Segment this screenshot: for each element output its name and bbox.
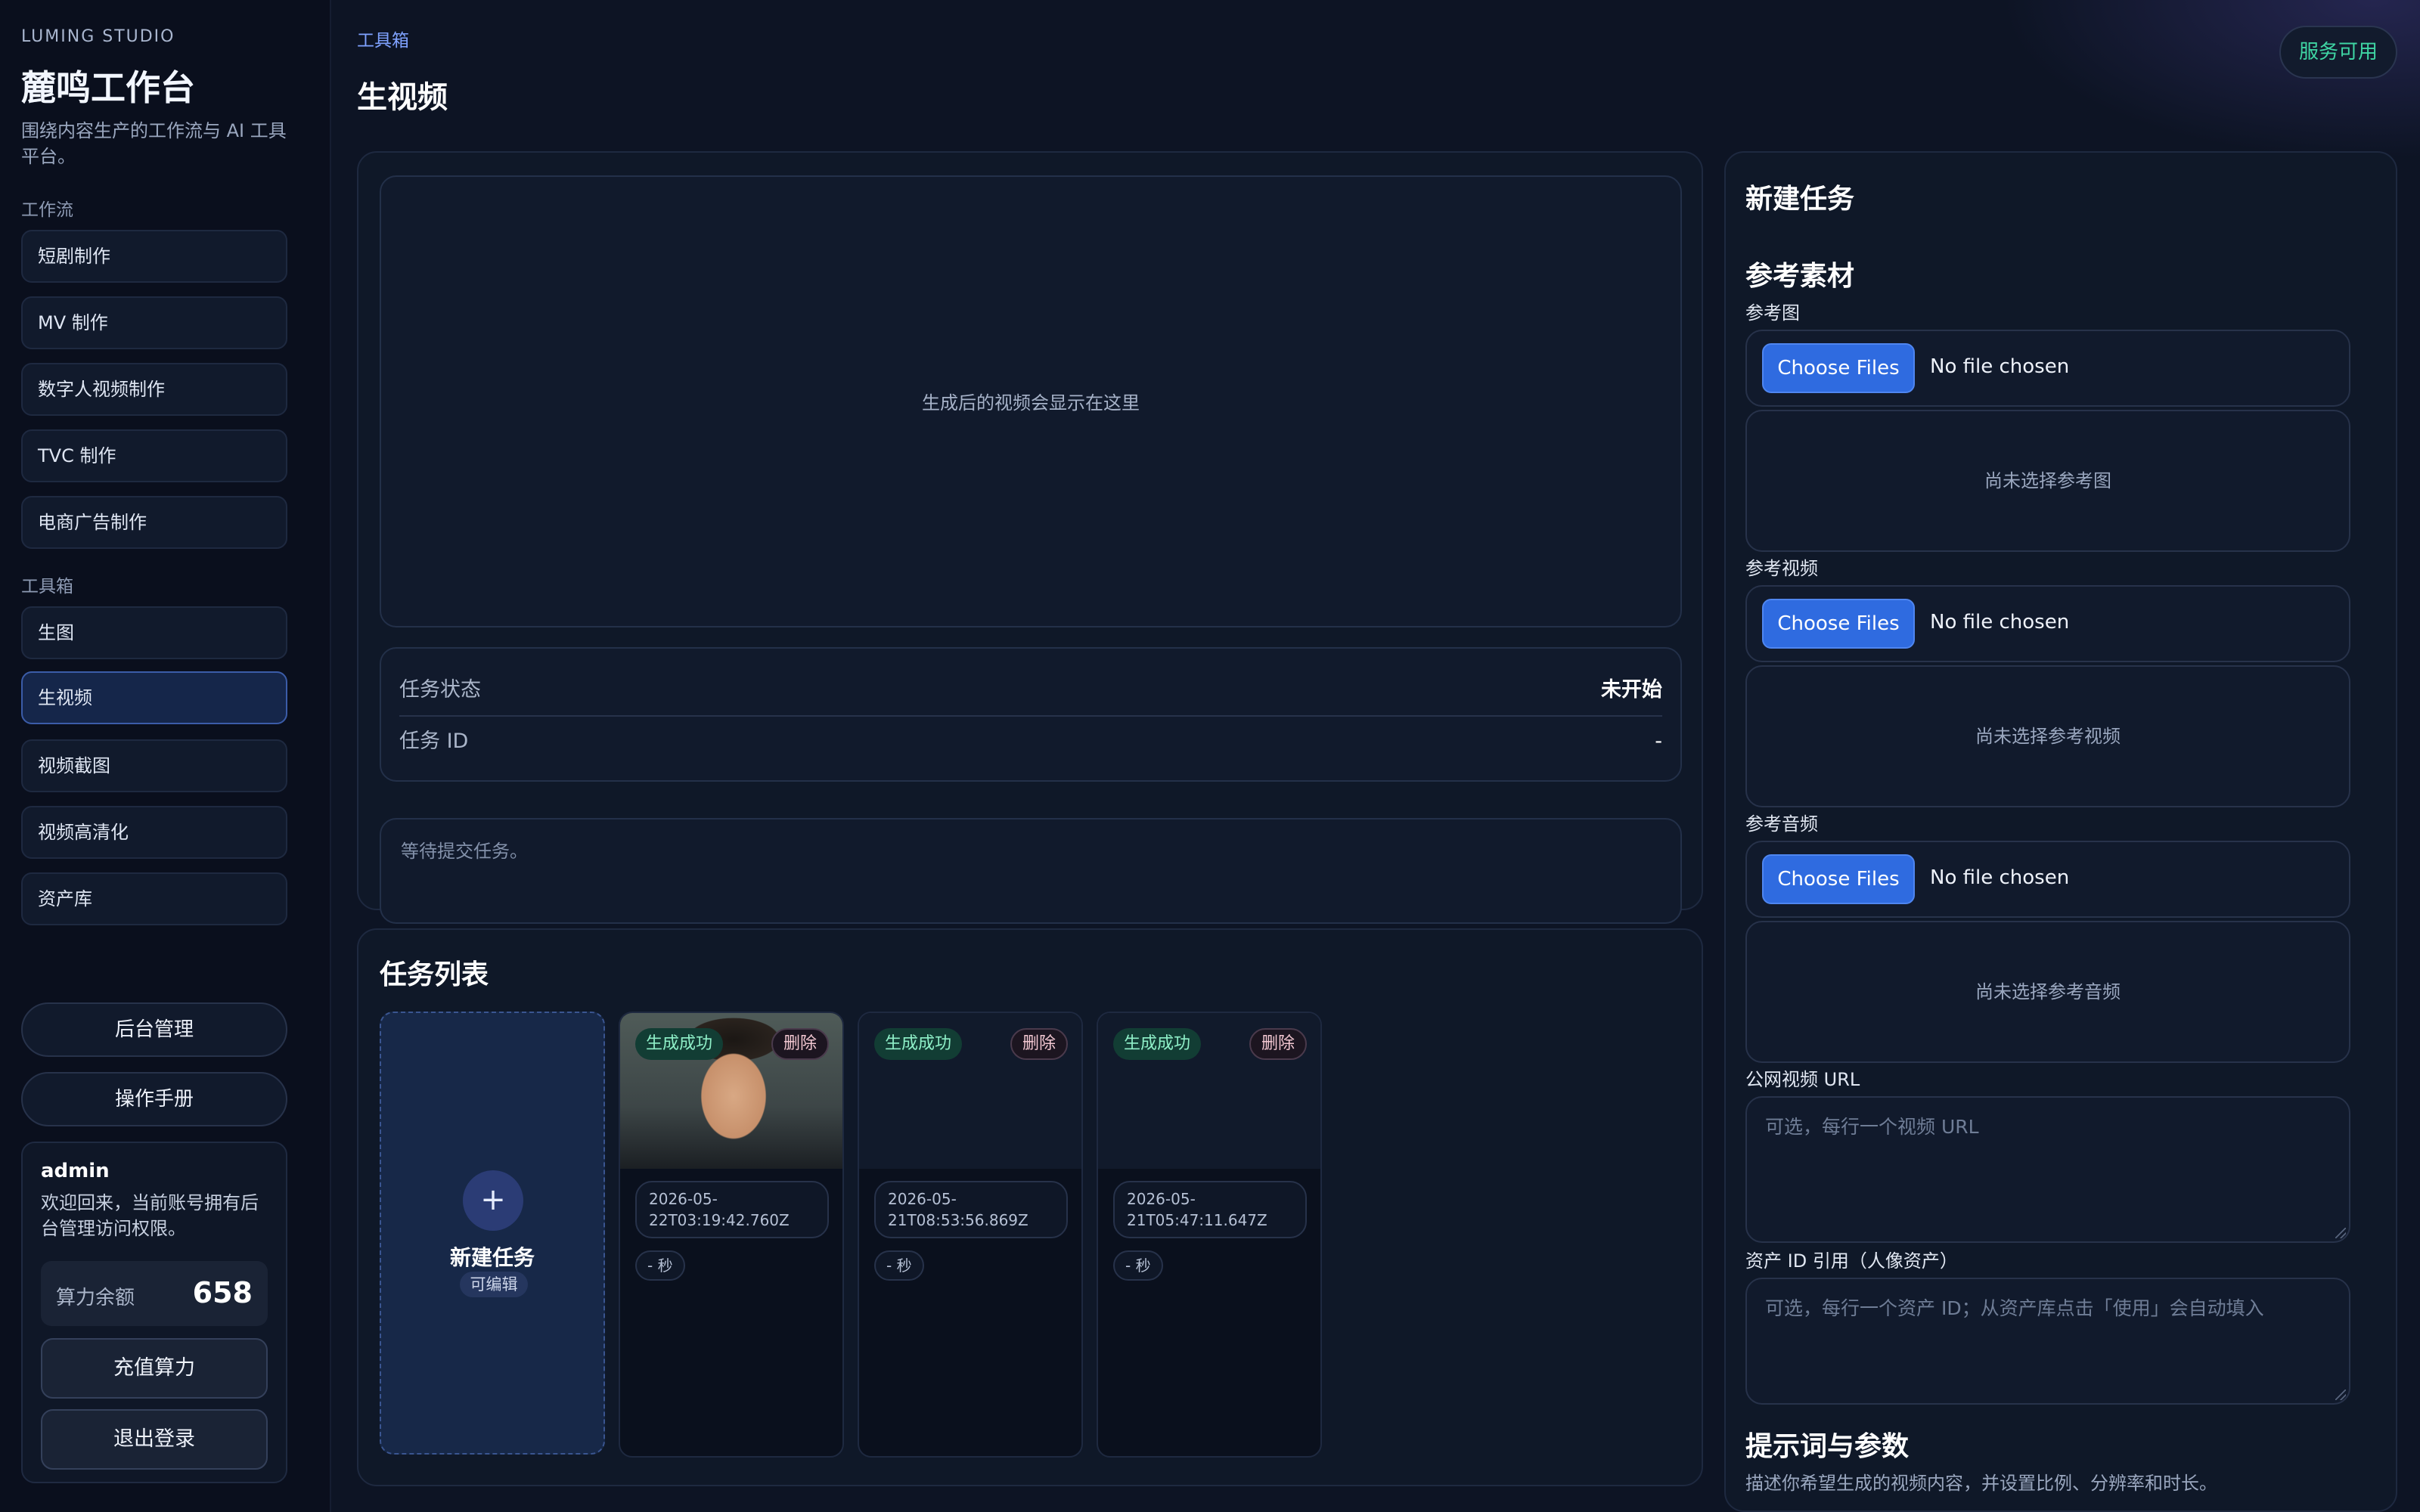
sidebar-item-video-gen[interactable]: 生视频 — [21, 671, 287, 724]
task-date: 2026-05- 21T05:47:11.647Z — [1113, 1181, 1307, 1238]
sidebar-item-video-screenshot[interactable]: 视频截图 — [21, 739, 287, 792]
user-name: admin — [41, 1160, 110, 1182]
task-log: 等待提交任务。 — [380, 818, 1682, 924]
task-card[interactable]: 生成成功 删除 2026-05- 22T03:19:42.760Z - 秒 — [619, 1012, 844, 1458]
balance-box: 算力余额 658 — [41, 1261, 268, 1326]
ref-video-preview: 尚未选择参考视频 — [1745, 665, 2350, 807]
task-list-title: 任务列表 — [380, 959, 489, 990]
new-task-label: 新建任务 — [449, 1245, 535, 1270]
sidebar-item-short-drama[interactable]: 短剧制作 — [21, 230, 287, 283]
plus-icon: + — [463, 1170, 523, 1231]
task-date: 2026-05- 22T03:19:42.760Z — [635, 1181, 829, 1238]
video-url-placeholder: 可选，每行一个视频 URL — [1765, 1116, 1979, 1138]
ref-video-file-input[interactable]: Choose Files No file chosen — [1745, 585, 2350, 662]
delete-button[interactable]: 删除 — [1249, 1028, 1307, 1060]
user-card: admin 欢迎回来，当前账号拥有后台管理访问权限。 算力余额 658 充值算力… — [21, 1142, 287, 1483]
sidebar-item-ecommerce-ad[interactable]: 电商广告制作 — [21, 496, 287, 549]
resize-handle-icon[interactable] — [2335, 1390, 2346, 1400]
task-date-line2: 21T08:53:56.869Z — [888, 1211, 1028, 1229]
status-badge: 生成成功 — [635, 1028, 724, 1060]
new-task-title: 新建任务 — [1745, 184, 1855, 215]
ref-audio-file-input[interactable]: Choose Files No file chosen — [1745, 841, 2350, 918]
video-preview: 生成后的视频会显示在这里 — [380, 175, 1682, 627]
task-status-value: 未开始 — [1601, 678, 1662, 702]
task-id-row: 任务 ID - — [399, 717, 1662, 767]
resize-handle-icon[interactable] — [2335, 1228, 2346, 1238]
breadcrumb[interactable]: 工具箱 — [357, 26, 409, 51]
video-url-textarea[interactable]: 可选，每行一个视频 URL — [1745, 1096, 2350, 1243]
asset-id-placeholder: 可选，每行一个资产 ID；从资产库点击「使用」会自动填入 — [1765, 1297, 2264, 1319]
new-task-card[interactable]: + 新建任务 可编辑 — [380, 1012, 605, 1455]
task-id-value: - — [1655, 730, 1662, 753]
sidebar-item-video-upscale[interactable]: 视频高清化 — [21, 806, 287, 859]
status-badge: 生成成功 — [874, 1028, 963, 1060]
ref-image-label: 参考图 — [1745, 302, 1800, 324]
sidebar: LUMING STUDIO 麓鸣工作台 围绕内容生产的工作流与 AI 工具平台。… — [0, 0, 331, 1512]
ref-video-file-name: No file chosen — [1930, 611, 2070, 634]
task-card[interactable]: 生成成功 删除 2026-05- 21T08:53:56.869Z - 秒 — [858, 1012, 1083, 1458]
balance-value: 658 — [192, 1276, 253, 1309]
delete-button[interactable]: 删除 — [1010, 1028, 1068, 1060]
asset-id-label: 资产 ID 引用（人像资产） — [1745, 1250, 1958, 1272]
new-task-panel: 新建任务 参考素材 参考图 Choose Files No file chose… — [1724, 151, 2397, 1512]
toolbox-section-label: 工具箱 — [21, 577, 73, 596]
task-info: 任务状态 未开始 任务 ID - — [380, 647, 1682, 782]
task-date-line1: 2026-05- — [1127, 1190, 1196, 1208]
task-date-line2: 22T03:19:42.760Z — [649, 1211, 790, 1229]
task-date-line1: 2026-05- — [888, 1190, 957, 1208]
ref-audio-preview: 尚未选择参考音频 — [1745, 921, 2350, 1063]
task-id-label: 任务 ID — [399, 730, 469, 753]
sidebar-item-image-gen[interactable]: 生图 — [21, 606, 287, 659]
admin-button[interactable]: 后台管理 — [21, 1002, 287, 1057]
sidebar-item-asset-library[interactable]: 资产库 — [21, 872, 287, 925]
ref-image-file-input[interactable]: Choose Files No file chosen — [1745, 330, 2350, 407]
service-status-badge: 服务可用 — [2279, 26, 2397, 79]
editable-tag: 可编辑 — [460, 1272, 528, 1297]
manual-button[interactable]: 操作手册 — [21, 1072, 287, 1126]
task-date: 2026-05- 21T08:53:56.869Z — [874, 1181, 1068, 1238]
sidebar-item-tvc[interactable]: TVC 制作 — [21, 429, 287, 482]
user-description: 欢迎回来，当前账号拥有后台管理访问权限。 — [41, 1192, 259, 1239]
task-date-line1: 2026-05- — [649, 1190, 718, 1208]
reference-section-title: 参考素材 — [1745, 261, 1855, 292]
brand-description: 围绕内容生产的工作流与 AI 工具平台。 — [21, 120, 287, 167]
status-badge: 生成成功 — [1113, 1028, 1202, 1060]
asset-id-textarea[interactable]: 可选，每行一个资产 ID；从资产库点击「使用」会自动填入 — [1745, 1278, 2350, 1405]
delete-button[interactable]: 删除 — [771, 1028, 829, 1060]
task-date-line2: 21T05:47:11.647Z — [1127, 1211, 1267, 1229]
ref-image-preview: 尚未选择参考图 — [1745, 410, 2350, 552]
task-status-row: 任务状态 未开始 — [399, 665, 1662, 715]
task-duration: - 秒 — [635, 1250, 685, 1281]
workflow-section-label: 工作流 — [21, 200, 73, 220]
prompt-section-title: 提示词与参数 — [1745, 1431, 1910, 1462]
ref-audio-choose-button[interactable]: Choose Files — [1762, 854, 1915, 904]
ref-video-choose-button[interactable]: Choose Files — [1762, 599, 1915, 649]
prompt-section-desc: 描述你希望生成的视频内容，并设置比例、分辨率和时长。 — [1745, 1473, 2217, 1494]
ref-video-label: 参考视频 — [1745, 558, 1818, 579]
ref-audio-file-name: No file chosen — [1930, 866, 2070, 889]
task-duration: - 秒 — [1113, 1250, 1163, 1281]
main-content: 工具箱 生视频 服务可用 生成后的视频会显示在这里 任务状态 未开始 任务 ID… — [331, 0, 2420, 1512]
task-duration: - 秒 — [874, 1250, 924, 1281]
ref-audio-label: 参考音频 — [1745, 813, 1818, 835]
ref-image-file-name: No file chosen — [1930, 355, 2070, 378]
task-status-label: 任务状态 — [399, 678, 481, 702]
sidebar-item-digital-human[interactable]: 数字人视频制作 — [21, 363, 287, 416]
sidebar-item-mv[interactable]: MV 制作 — [21, 296, 287, 349]
logout-button[interactable]: 退出登录 — [41, 1409, 268, 1470]
balance-label: 算力余额 — [56, 1287, 135, 1309]
ref-image-choose-button[interactable]: Choose Files — [1762, 343, 1915, 393]
video-url-label: 公网视频 URL — [1745, 1069, 1860, 1090]
brand-title: 麓鸣工作台 — [21, 67, 195, 108]
recharge-button[interactable]: 充值算力 — [41, 1338, 268, 1399]
brand-kicker: LUMING STUDIO — [21, 27, 175, 46]
task-card[interactable]: 生成成功 删除 2026-05- 21T05:47:11.647Z - 秒 — [1097, 1012, 1322, 1458]
page-title: 生视频 — [357, 80, 448, 115]
